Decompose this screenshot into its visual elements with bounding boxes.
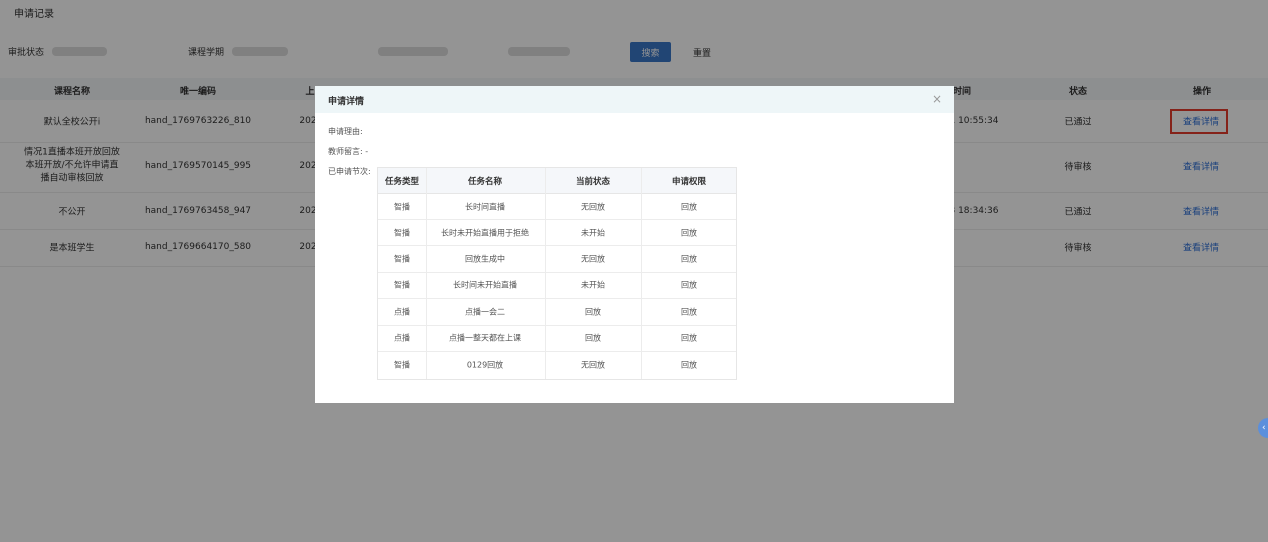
sessions-table: 任务类型 任务名称 当前状态 申请权限 智播 长时间直播 无回放 回放 智播 长…: [377, 167, 737, 380]
column-divider: [426, 168, 427, 379]
cell-permission: 回放: [681, 254, 697, 264]
cell-permission: 回放: [681, 228, 697, 238]
column-divider: [545, 168, 546, 379]
teacher-note: 教师留言: -: [328, 147, 369, 156]
row-divider: [378, 219, 736, 220]
column-header-task-name: 任务名称: [467, 177, 503, 187]
cell-task-name: 点播一会二: [465, 307, 505, 317]
cell-task-name: 0129回放: [466, 360, 504, 370]
cell-current-status: 回放: [585, 307, 601, 317]
column-header-current-status: 当前状态: [575, 177, 611, 187]
cell-task-name: 回放生成中: [465, 254, 505, 264]
column-header-task-type: 任务类型: [384, 177, 420, 187]
application-detail-modal: 申请详情 × 申请理由: 教师留言: - 已申请节次: 任务类型 任务名称 当前…: [315, 86, 954, 403]
cell-current-status: 无回放: [581, 360, 605, 370]
cell-task-name: 长时未开始直播用于拒绝: [441, 228, 529, 238]
cell-permission: 回放: [681, 280, 697, 290]
cell-task-name: 点播一整天都在上课: [449, 333, 521, 343]
cell-permission: 回放: [681, 333, 697, 343]
cell-task-name: 长时间直播: [465, 202, 505, 212]
cell-task-type: 智播: [394, 360, 410, 370]
cell-permission: 回放: [681, 360, 697, 370]
cell-task-type: 智播: [394, 254, 410, 264]
cell-permission: 回放: [681, 202, 697, 212]
cell-current-status: 回放: [585, 333, 601, 343]
cell-task-name: 长时间未开始直播: [453, 280, 517, 290]
cell-current-status: 未开始: [581, 228, 605, 238]
row-divider: [378, 325, 736, 326]
cell-task-type: 智播: [394, 202, 410, 212]
cell-task-type: 点播: [394, 307, 410, 317]
cell-task-type: 智播: [394, 228, 410, 238]
row-divider: [378, 245, 736, 246]
row-divider: [378, 298, 736, 299]
column-divider: [641, 168, 642, 379]
modal-title: 申请详情: [328, 97, 365, 107]
row-divider: [378, 351, 736, 352]
row-divider: [378, 272, 736, 273]
cell-current-status: 无回放: [581, 202, 605, 212]
cell-task-type: 智播: [394, 280, 410, 290]
modal-header: 申请详情 ×: [315, 86, 954, 113]
cell-permission: 回放: [681, 307, 697, 317]
application-reason: 申请理由:: [328, 127, 363, 136]
cell-current-status: 无回放: [581, 254, 605, 264]
cell-task-type: 点播: [394, 333, 410, 343]
close-icon[interactable]: ×: [932, 92, 942, 106]
cell-current-status: 未开始: [581, 280, 605, 290]
column-header-permission: 申请权限: [671, 177, 707, 187]
applied-sessions-label: 已申请节次:: [328, 167, 371, 176]
